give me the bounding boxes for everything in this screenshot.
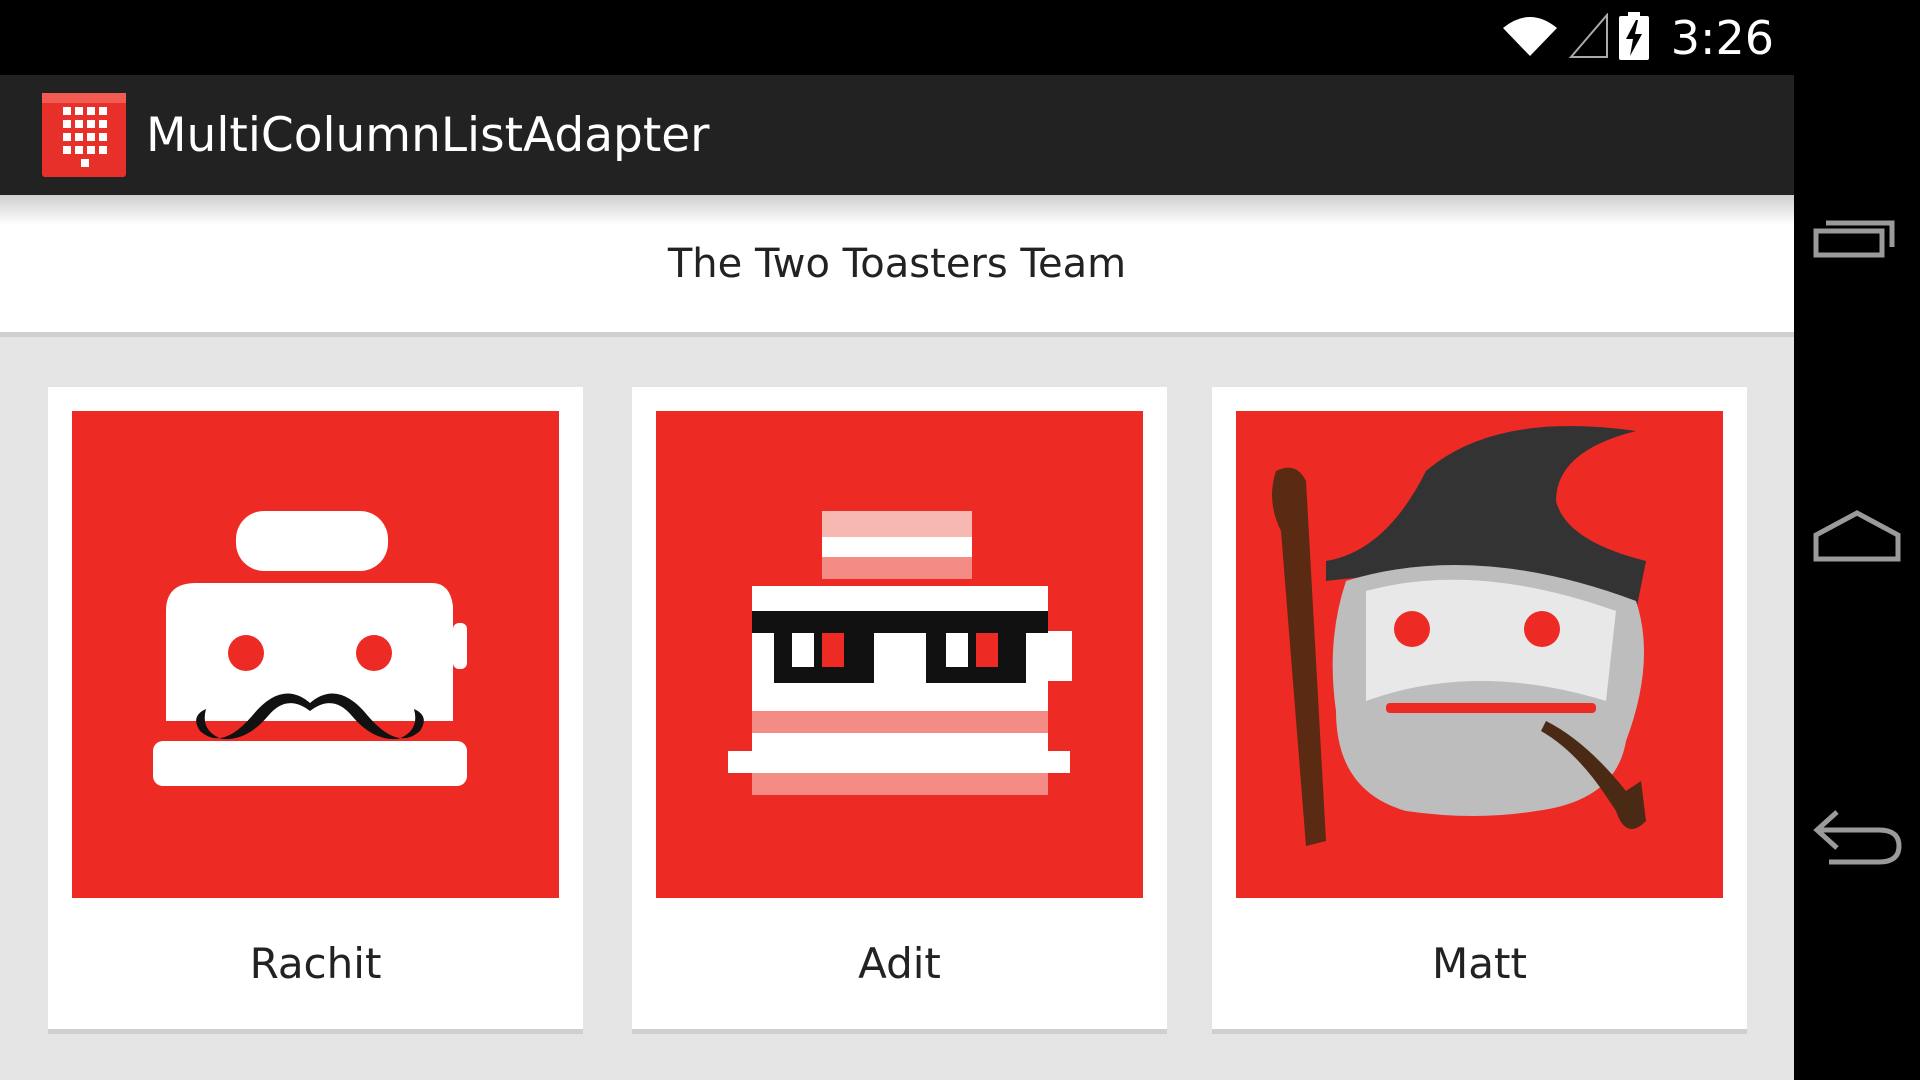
member-name: Rachit <box>249 939 382 988</box>
signal-icon <box>1568 12 1609 63</box>
list-header: The Two Toasters Team <box>0 195 1794 337</box>
home-icon <box>1812 509 1902 567</box>
app-grid-icon[interactable] <box>42 93 126 177</box>
back-button[interactable] <box>1794 778 1920 898</box>
pixel-toaster-glasses-avatar <box>656 411 1143 898</box>
recent-apps-icon <box>1812 211 1902 265</box>
navigation-bar <box>1794 0 1920 1080</box>
list-content[interactable]: The Two Toasters Team Rachit Adit Matt <box>0 195 1794 1080</box>
toaster-mustache-avatar <box>72 411 559 898</box>
app-title: MultiColumnListAdapter <box>146 108 710 163</box>
wifi-icon <box>1501 14 1559 62</box>
recent-apps-button[interactable] <box>1794 178 1920 298</box>
list-item[interactable]: Matt <box>1212 387 1747 1034</box>
battery-charging-icon <box>1618 12 1649 64</box>
clock: 3:26 <box>1670 11 1774 65</box>
home-button[interactable] <box>1794 478 1920 598</box>
list-item[interactable]: Rachit <box>48 387 583 1034</box>
back-icon <box>1809 806 1905 870</box>
list-item[interactable]: Adit <box>632 387 1167 1034</box>
status-bar: 3:26 <box>0 0 1794 75</box>
status-icons: 3:26 <box>1501 10 1774 66</box>
member-name: Adit <box>858 939 941 988</box>
action-bar: MultiColumnListAdapter <box>0 75 1794 195</box>
wizard-toaster-avatar <box>1236 411 1723 898</box>
action-bar-shadow <box>0 195 1794 225</box>
member-name: Matt <box>1432 939 1527 988</box>
list-header-title: The Two Toasters Team <box>667 240 1127 287</box>
